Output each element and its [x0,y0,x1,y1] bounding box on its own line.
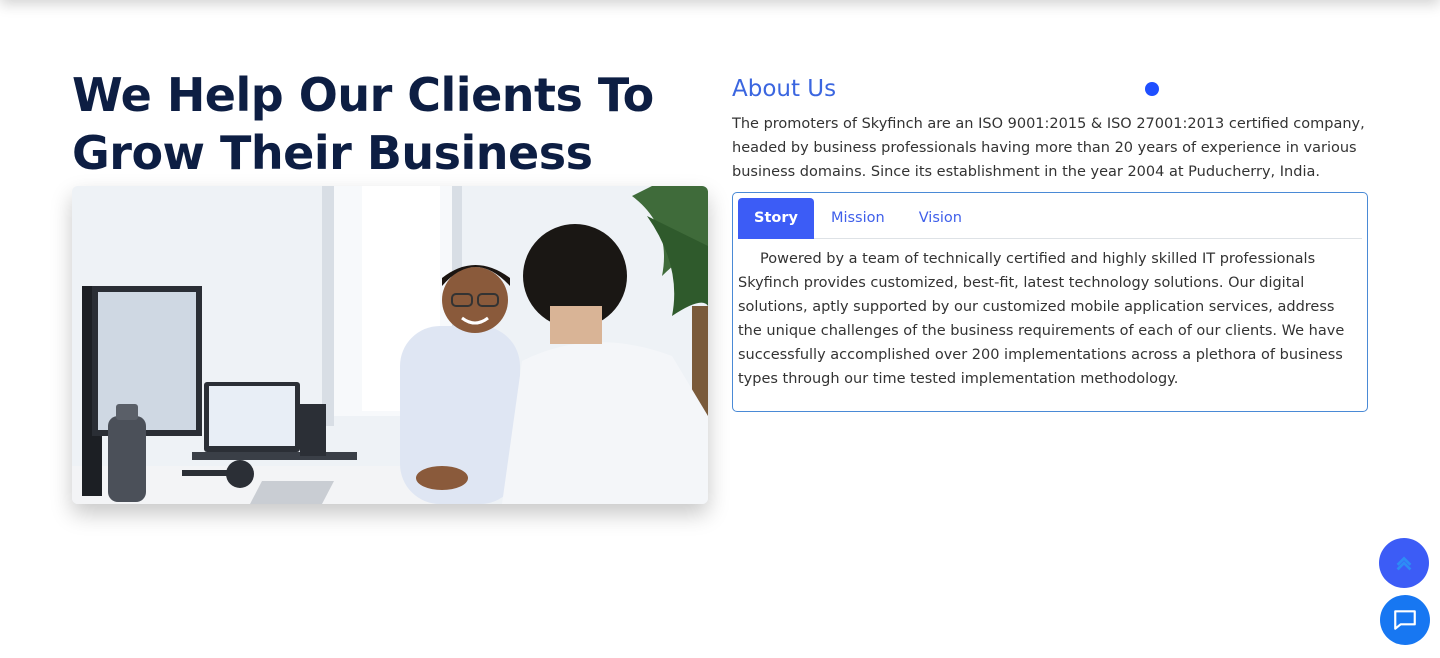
tab-content: Powered by a team of technically certifi… [738,251,1345,387]
hero-section: We Help Our Clients To Grow Their Busine… [72,66,708,182]
chat-button[interactable] [1380,595,1430,645]
hero-heading-line1: We Help Our Clients To [72,68,654,122]
scroll-to-top-button[interactable] [1379,538,1429,588]
chevron-up-icon [1396,556,1412,571]
chat-bubble-icon [1394,610,1416,630]
hero-photo [72,186,708,504]
tab-panel: Story Mission Vision Powered by a team o… [732,192,1368,412]
about-title: About Us [732,76,837,102]
decorative-dot [1145,82,1159,96]
about-text: The promoters of Skyfinch are an ISO 900… [732,116,1365,180]
tab-vision[interactable]: Vision [902,198,979,239]
tab-mission[interactable]: Mission [814,198,902,239]
tab-bar: Story Mission Vision [738,198,1362,239]
hero-heading-line2: Grow Their Business [72,126,593,180]
tab-story[interactable]: Story [738,198,814,239]
hero-heading: We Help Our Clients To Grow Their Busine… [72,66,708,182]
about-section: About Us The promoters of Skyfinch are a… [732,76,1368,184]
